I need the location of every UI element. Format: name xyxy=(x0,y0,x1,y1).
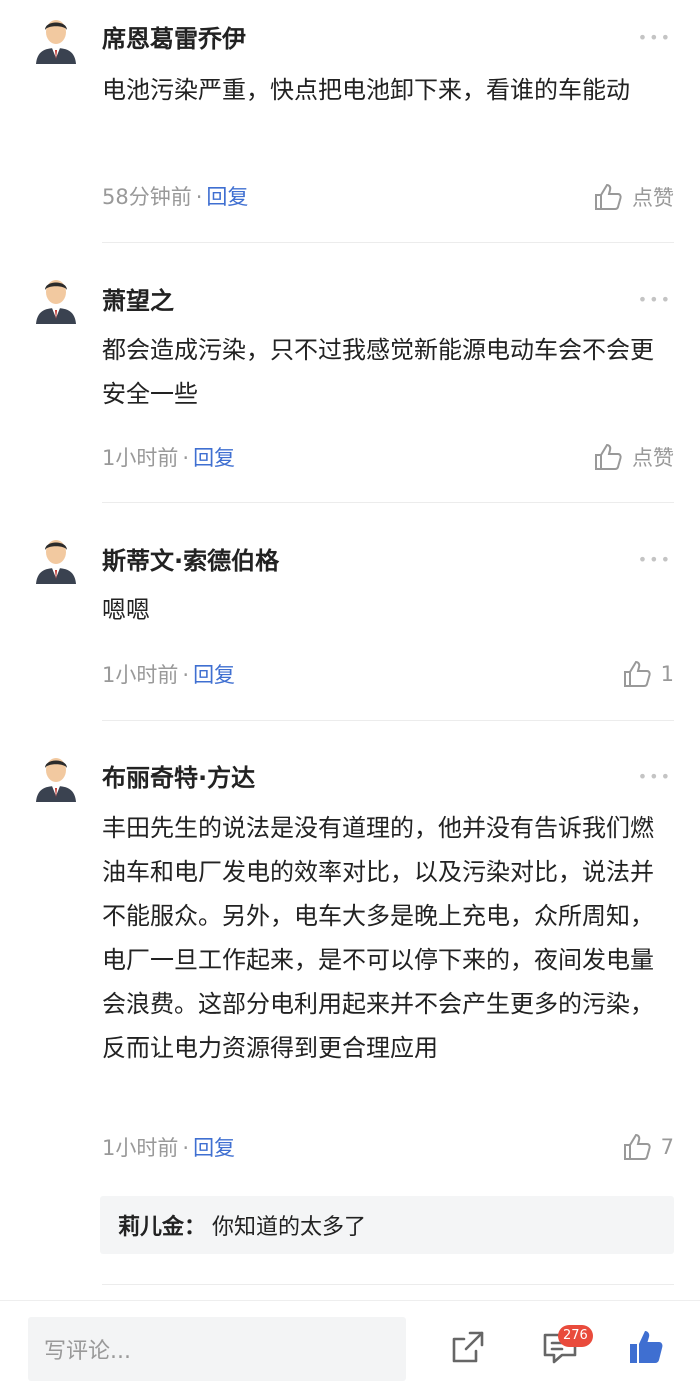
more-options-icon[interactable]: ••• xyxy=(638,28,672,48)
comment-time: 1小时前 xyxy=(102,1136,179,1160)
meta-dot: · xyxy=(182,663,190,687)
bottom-bar: 写评论... 276 xyxy=(0,1300,700,1396)
comment-time: 1小时前 xyxy=(102,446,179,470)
comment-time: 58分钟前 xyxy=(102,185,192,209)
comment-text: 都会造成污染，只不过我感觉新能源电动车会不会更安全一些 xyxy=(102,336,654,408)
thumbs-up-icon xyxy=(595,183,622,210)
thumbs-up-icon xyxy=(623,660,651,687)
comment-text: 电池污染严重，快点把电池卸下来，看谁的车能动 xyxy=(102,76,630,104)
reply-link[interactable]: 回复 xyxy=(206,185,248,209)
thumbs-up-icon xyxy=(595,443,622,470)
sub-reply[interactable]: 莉儿金： 你知道的太多了 xyxy=(100,1196,674,1254)
divider xyxy=(102,1284,674,1285)
like-button[interactable]: 7 xyxy=(621,1130,674,1164)
meta-dot: · xyxy=(195,185,203,209)
comment-meta: 1小时前 · 回复 xyxy=(102,1133,235,1163)
more-options-icon[interactable]: ••• xyxy=(638,767,672,787)
like-label: 点赞 xyxy=(632,186,674,210)
comment-meta: 1小时前 · 回复 xyxy=(102,443,235,473)
comment-author[interactable]: 布丽奇特·方达 xyxy=(102,761,255,795)
comment-meta: 58分钟前 · 回复 xyxy=(102,182,248,212)
like-count: 1 xyxy=(660,662,674,686)
divider xyxy=(102,502,674,503)
reply-link[interactable]: 回复 xyxy=(193,446,235,470)
comment-input[interactable]: 写评论... xyxy=(28,1317,406,1381)
comment-text: 丰田先生的说法是没有道理的，他并没有告诉我们燃油车和电厂发电的效率对比，以及污染… xyxy=(102,814,654,1062)
comment-text: 嗯嗯 xyxy=(102,596,150,624)
user-avatar-icon[interactable] xyxy=(34,752,78,802)
meta-dot: · xyxy=(182,446,190,470)
comment-author[interactable]: 席恩葛雷乔伊 xyxy=(102,22,246,56)
more-options-icon[interactable]: ••• xyxy=(638,550,672,570)
comment-count-badge: 276 xyxy=(558,1325,593,1347)
meta-dot: · xyxy=(182,1136,190,1160)
like-button[interactable]: 点赞 xyxy=(592,180,674,214)
comment-author[interactable]: 斯蒂文·索德伯格 xyxy=(102,544,279,578)
comment-time: 1小时前 xyxy=(102,663,179,687)
like-label: 点赞 xyxy=(632,446,674,470)
comment-meta: 1小时前 · 回复 xyxy=(102,660,235,690)
user-avatar-icon[interactable] xyxy=(34,534,78,584)
sub-reply-text: 你知道的太多了 xyxy=(212,1215,367,1240)
sub-reply-author[interactable]: 莉儿金： xyxy=(118,1209,206,1241)
reply-link[interactable]: 回复 xyxy=(193,1136,235,1160)
thumbs-up-filled-icon[interactable] xyxy=(626,1327,666,1367)
divider xyxy=(102,242,674,243)
share-icon[interactable] xyxy=(448,1327,488,1367)
user-avatar-icon[interactable] xyxy=(34,274,78,324)
thumbs-up-icon xyxy=(623,1133,651,1160)
divider xyxy=(102,720,674,721)
reply-link[interactable]: 回复 xyxy=(193,663,235,687)
like-button[interactable]: 1 xyxy=(621,657,674,691)
like-count: 7 xyxy=(660,1135,674,1159)
like-button[interactable]: 点赞 xyxy=(592,440,674,474)
comment-author[interactable]: 萧望之 xyxy=(102,284,174,318)
user-avatar-icon[interactable] xyxy=(34,14,78,64)
more-options-icon[interactable]: ••• xyxy=(638,290,672,310)
